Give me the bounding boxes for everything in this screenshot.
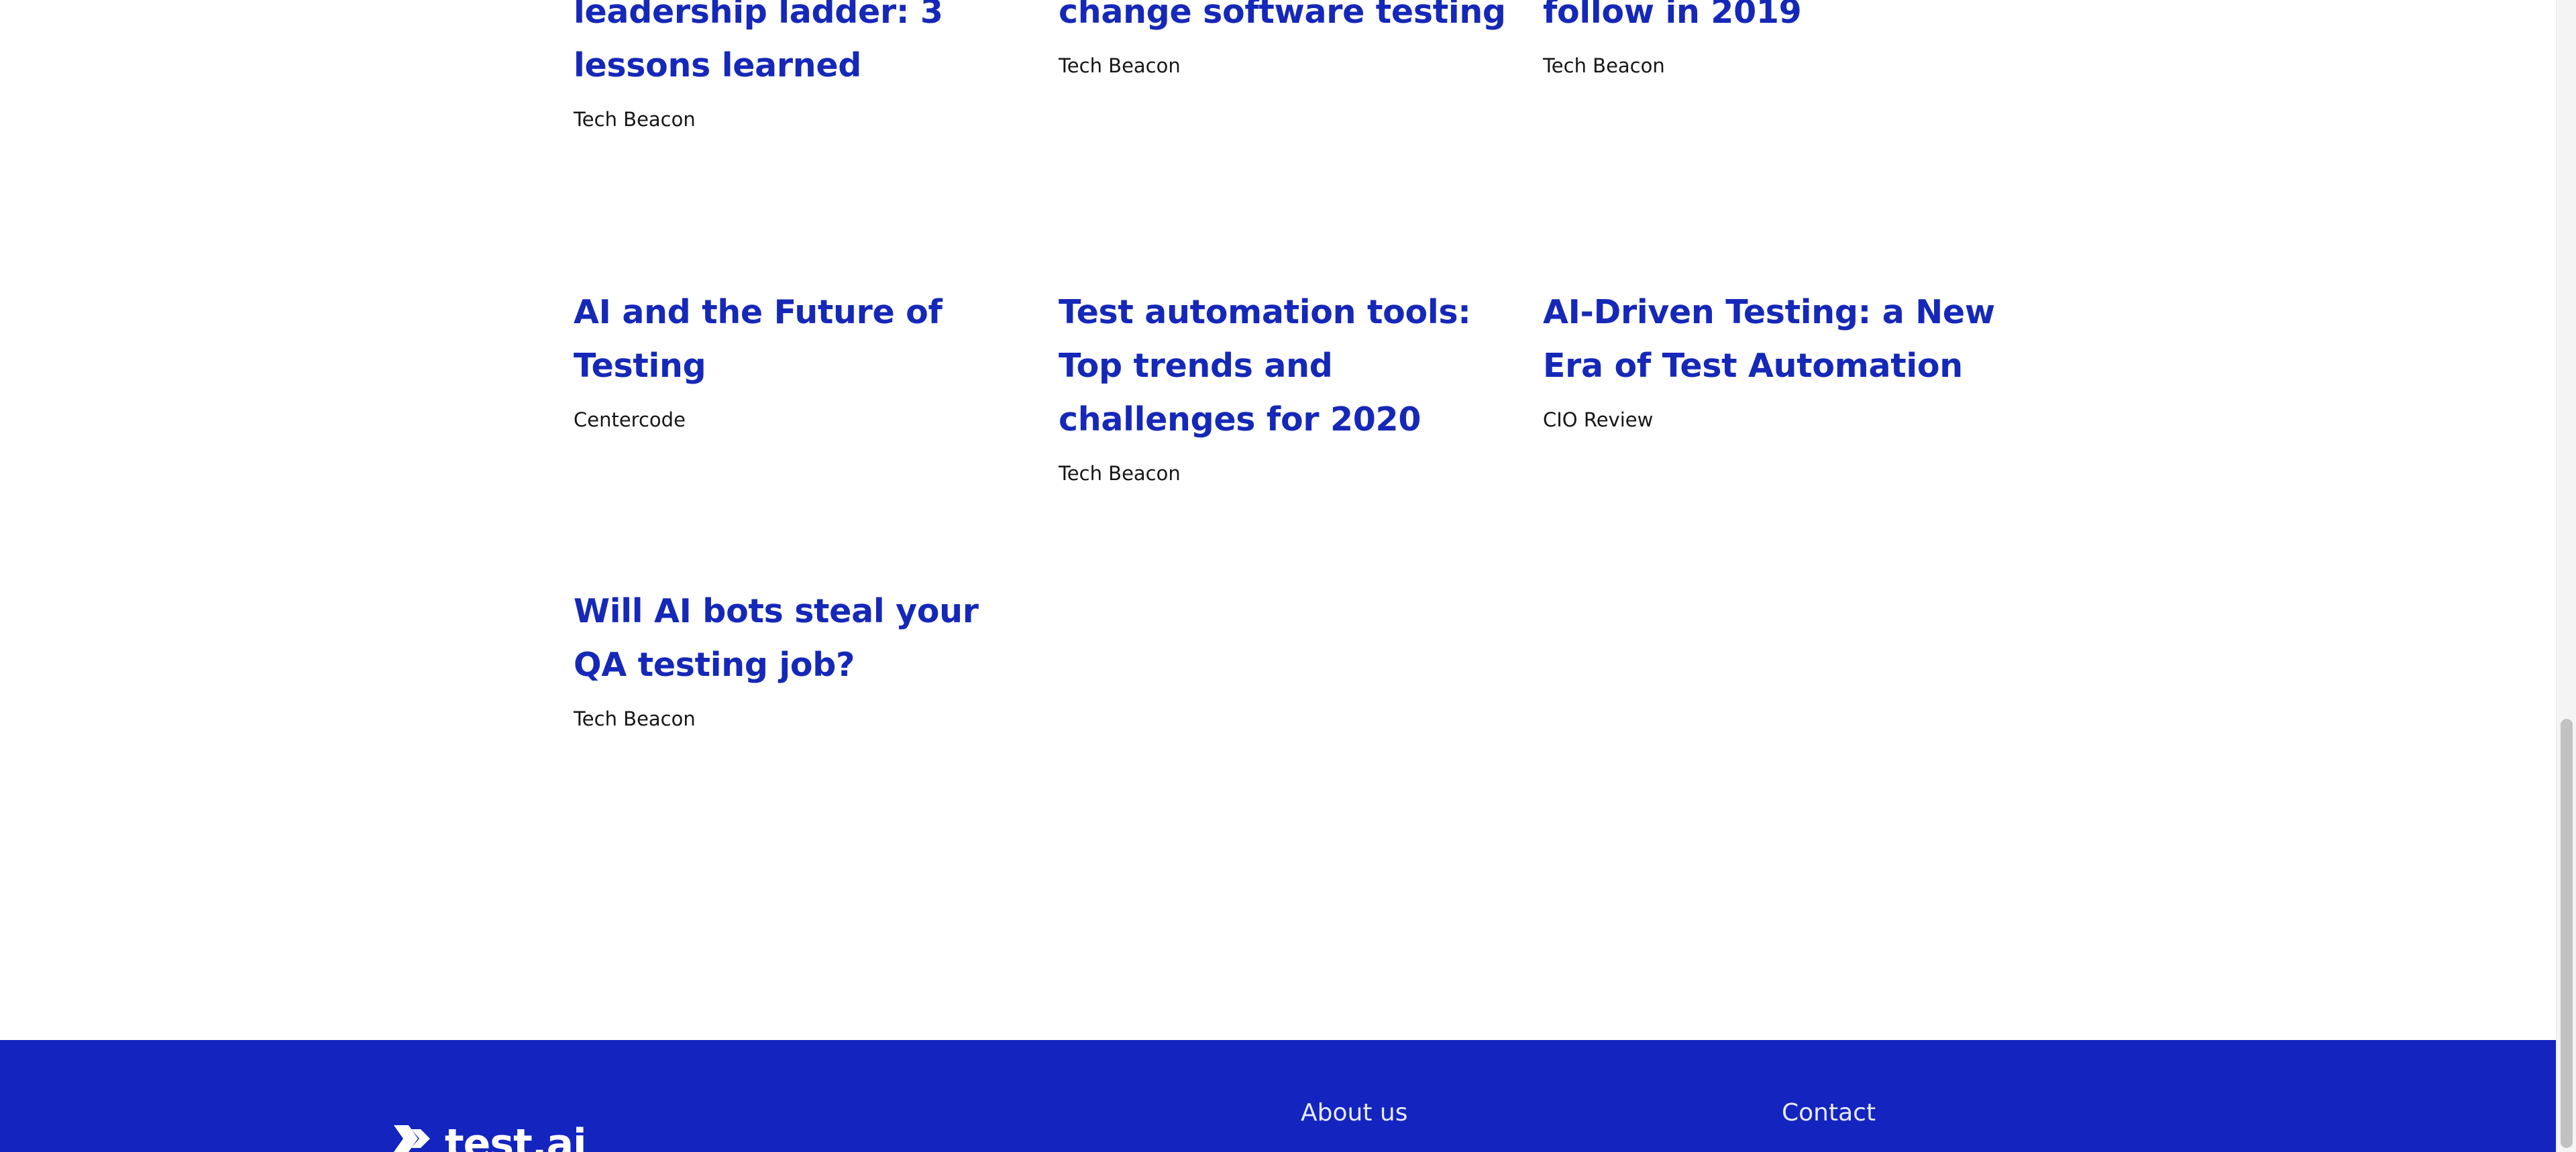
article-source: Tech Beacon [574, 108, 696, 131]
article-card: change software testing Tech Beacon [1059, 0, 1515, 78]
article-source: Centercode [574, 408, 686, 431]
article-title-link[interactable]: Test automation tools: Top trends and ch… [1059, 286, 1515, 447]
article-title-link[interactable]: AI-Driven Testing: a New Era of Test Aut… [1543, 286, 1999, 393]
article-title-link[interactable]: follow in 2019 [1543, 0, 1999, 39]
article-source: Tech Beacon [1059, 462, 1181, 485]
page: leadership ladder: 3 lessons learned Tec… [0, 0, 2576, 1152]
article-card: leadership ladder: 3 lessons learned Tec… [574, 0, 1030, 131]
article-title-link[interactable]: change software testing [1059, 0, 1515, 39]
article-card: Will AI bots steal your QA testing job? … [574, 585, 1030, 731]
article-source: Tech Beacon [1059, 54, 1181, 77]
scrollbar-thumb[interactable] [2561, 719, 2573, 1148]
article-source: Tech Beacon [1543, 54, 1665, 77]
article-card: AI and the Future of Testing Centercode [574, 286, 1030, 432]
article-source: CIO Review [1543, 408, 1654, 431]
site-footer [0, 1040, 2556, 1152]
article-title-link[interactable]: AI and the Future of Testing [574, 286, 1030, 393]
chevron-double-right-icon [394, 1125, 430, 1152]
article-title-link[interactable]: Will AI bots steal your QA testing job? [574, 585, 1030, 692]
vertical-scrollbar[interactable] [2556, 0, 2576, 1152]
logo-text: test.ai [445, 1120, 587, 1152]
article-title-link[interactable]: leadership ladder: 3 lessons learned [574, 0, 1030, 93]
footer-link-contact[interactable]: Contact [1782, 1097, 1876, 1129]
footer-link-about-us[interactable]: About us [1301, 1097, 1407, 1129]
article-card: follow in 2019 Tech Beacon [1543, 0, 1999, 78]
article-card: AI-Driven Testing: a New Era of Test Aut… [1543, 286, 1999, 432]
article-card: Test automation tools: Top trends and ch… [1059, 286, 1515, 485]
article-source: Tech Beacon [574, 707, 696, 730]
footer-logo[interactable]: test.ai [392, 1120, 587, 1152]
